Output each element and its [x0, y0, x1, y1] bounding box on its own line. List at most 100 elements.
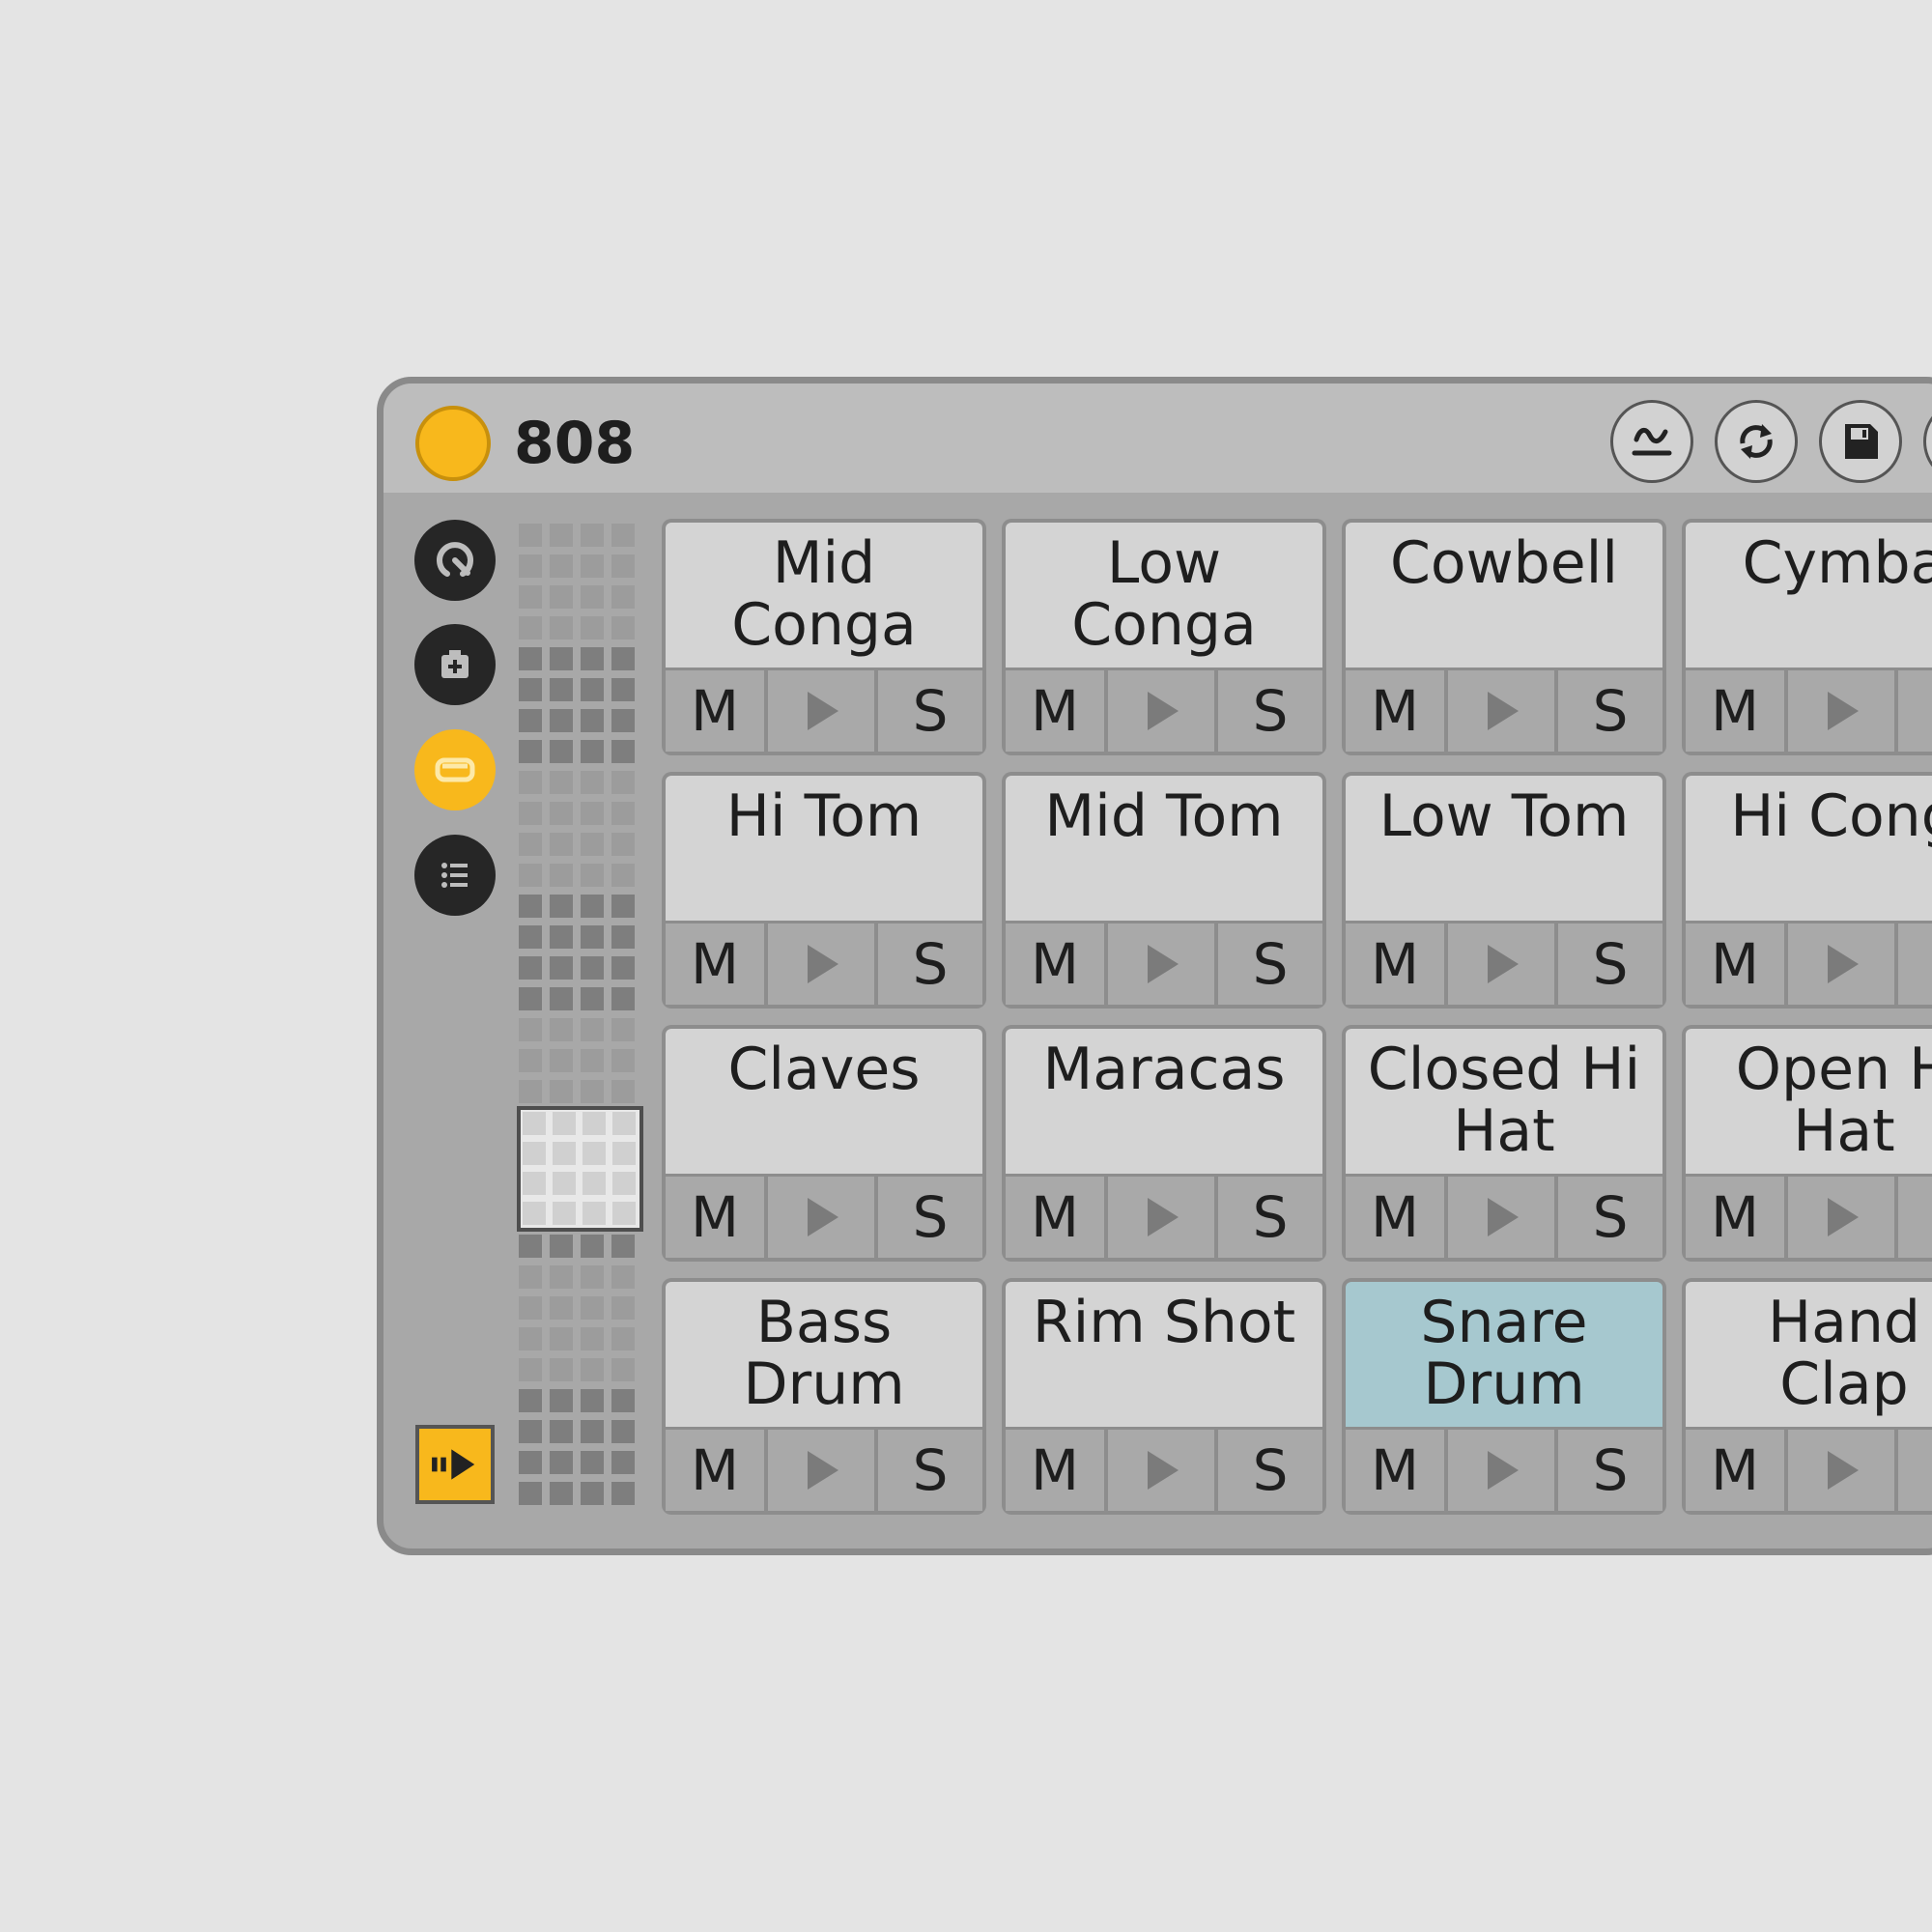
pad-solo-button[interactable]: S	[878, 670, 982, 752]
pad-name[interactable]: Low Conga	[1006, 523, 1322, 668]
chain-view-button[interactable]	[414, 729, 496, 810]
pad-solo-button[interactable]: S	[1558, 670, 1662, 752]
pad-name[interactable]: Open H Hat	[1686, 1029, 1932, 1174]
overview-cell	[519, 987, 542, 1010]
pad-mute-button[interactable]: M	[1006, 923, 1104, 1005]
pad-solo-button[interactable]: S	[1218, 1430, 1322, 1511]
pad-overview-viewport[interactable]	[517, 1106, 643, 1232]
pad-play-button[interactable]	[768, 923, 874, 1005]
pad-play-button[interactable]	[768, 670, 874, 752]
pad-name[interactable]: Claves	[666, 1029, 982, 1174]
drum-pad[interactable]: Mid Tom M S	[1002, 772, 1326, 1009]
pad-mute-button[interactable]: M	[1346, 670, 1444, 752]
pad-mute-button[interactable]: M	[666, 1430, 764, 1511]
pad-play-button[interactable]	[1448, 923, 1554, 1005]
pad-play-button[interactable]	[1448, 670, 1554, 752]
pad-name[interactable]: Mid Tom	[1006, 776, 1322, 921]
pad-name[interactable]: Low Tom	[1346, 776, 1662, 921]
pad-name[interactable]: Cowbell	[1346, 523, 1662, 668]
pad-play-button[interactable]	[768, 1177, 874, 1258]
pad-play-button[interactable]	[1108, 923, 1214, 1005]
drum-pad[interactable]: Low Tom M S	[1342, 772, 1666, 1009]
pad-play-button[interactable]	[1448, 1430, 1554, 1511]
drum-pad[interactable]: Closed Hi Hat M S	[1342, 1025, 1666, 1262]
pad-name[interactable]: Closed Hi Hat	[1346, 1029, 1662, 1174]
drum-pad[interactable]: Hand Clap M	[1682, 1278, 1932, 1515]
pad-name[interactable]: Rim Shot	[1006, 1282, 1322, 1427]
pad-name[interactable]: Hi Tom	[666, 776, 982, 921]
drum-pad[interactable]: Maracas M S	[1002, 1025, 1326, 1262]
pad-solo-button[interactable]: S	[1558, 923, 1662, 1005]
pad-play-button[interactable]	[1108, 1177, 1214, 1258]
pad-mute-button[interactable]: M	[666, 670, 764, 752]
pad-mute-button[interactable]: M	[666, 923, 764, 1005]
pad-play-button[interactable]	[1108, 670, 1214, 752]
drum-pad[interactable]: Open H HatM	[1682, 1025, 1932, 1262]
follow-button[interactable]	[415, 1425, 495, 1504]
play-icon	[1148, 1451, 1179, 1490]
overview-cell	[519, 1451, 542, 1474]
drum-pad[interactable]: Claves M S	[662, 1025, 986, 1262]
pad-mute-button[interactable]: M	[666, 1177, 764, 1258]
drum-pad[interactable]: Cymba M	[1682, 519, 1932, 755]
device-power-button[interactable]	[415, 406, 491, 481]
pad-mute-button[interactable]: M	[1346, 1177, 1444, 1258]
pad-play-button[interactable]	[1788, 923, 1894, 1005]
viewport-cell	[612, 1172, 636, 1195]
pad-mute-button[interactable]: M	[1346, 1430, 1444, 1511]
save-preset-button[interactable]	[1819, 400, 1902, 483]
pad-name[interactable]: Bass Drum	[666, 1282, 982, 1427]
pad-name[interactable]: Maracas	[1006, 1029, 1322, 1174]
pad-mute-button[interactable]: M	[1686, 1430, 1784, 1511]
pad-solo-button[interactable]: S	[1218, 1177, 1322, 1258]
drum-pad[interactable]: Low Conga M S	[1002, 519, 1326, 755]
pad-play-button[interactable]	[1788, 1430, 1894, 1511]
drum-pad[interactable]: Snare Drum M S	[1342, 1278, 1666, 1515]
device-title-bar[interactable]: 808	[384, 384, 1932, 493]
pad-solo-button[interactable]: S	[1218, 923, 1322, 1005]
pad-mute-button[interactable]: M	[1686, 1177, 1784, 1258]
pad-solo-button[interactable]: S	[1218, 670, 1322, 752]
pad-play-button[interactable]	[1788, 1177, 1894, 1258]
pad-mute-button[interactable]: M	[1686, 670, 1784, 752]
pad-solo-button[interactable]	[1898, 1430, 1932, 1511]
pad-solo-button[interactable]: S	[1558, 1430, 1662, 1511]
pad-overview-map[interactable]	[519, 524, 639, 1509]
pad-solo-button[interactable]	[1898, 670, 1932, 752]
add-device-button[interactable]	[414, 624, 496, 705]
pad-name[interactable]: Snare Drum	[1346, 1282, 1662, 1427]
pad-mute-button[interactable]: M	[1686, 923, 1784, 1005]
pad-name[interactable]: Hand Clap	[1686, 1282, 1932, 1427]
pad-name[interactable]: Hi Cong	[1686, 776, 1932, 921]
pad-mute-button[interactable]: M	[1006, 1177, 1104, 1258]
pad-play-button[interactable]	[768, 1430, 874, 1511]
drum-pad[interactable]: Mid Conga M S	[662, 519, 986, 755]
pad-solo-button[interactable]: S	[1558, 1177, 1662, 1258]
pad-solo-button[interactable]: S	[878, 1177, 982, 1258]
pad-name[interactable]: Cymba	[1686, 523, 1932, 668]
pad-solo-button[interactable]: S	[878, 923, 982, 1005]
macro-knob-button[interactable]	[414, 520, 496, 601]
pad-play-button[interactable]	[1448, 1177, 1554, 1258]
overview-cell	[581, 864, 604, 887]
play-icon	[808, 1198, 838, 1236]
refresh-button[interactable]	[1715, 400, 1798, 483]
pad-solo-button[interactable]	[1898, 923, 1932, 1005]
pad-mute-button[interactable]: M	[1006, 670, 1104, 752]
viewport-cell	[553, 1202, 576, 1225]
pad-mute-button[interactable]: M	[1346, 923, 1444, 1005]
pad-name[interactable]: Mid Conga	[666, 523, 982, 668]
list-view-button[interactable]	[414, 835, 496, 916]
drum-pad[interactable]: Hi Tom M S	[662, 772, 986, 1009]
pad-play-button[interactable]	[1788, 670, 1894, 752]
drum-pad[interactable]: Hi CongM	[1682, 772, 1932, 1009]
drum-pad[interactable]: Cowbell M S	[1342, 519, 1666, 755]
drum-pad[interactable]: Rim Shot M S	[1002, 1278, 1326, 1515]
pad-play-button[interactable]	[1108, 1430, 1214, 1511]
pad-solo-button[interactable]: S	[878, 1430, 982, 1511]
hot-swap-button[interactable]	[1610, 400, 1693, 483]
pad-mute-button[interactable]: M	[1006, 1430, 1104, 1511]
pad-solo-button[interactable]	[1898, 1177, 1932, 1258]
extra-header-button[interactable]	[1923, 400, 1932, 483]
drum-pad[interactable]: Bass Drum M S	[662, 1278, 986, 1515]
